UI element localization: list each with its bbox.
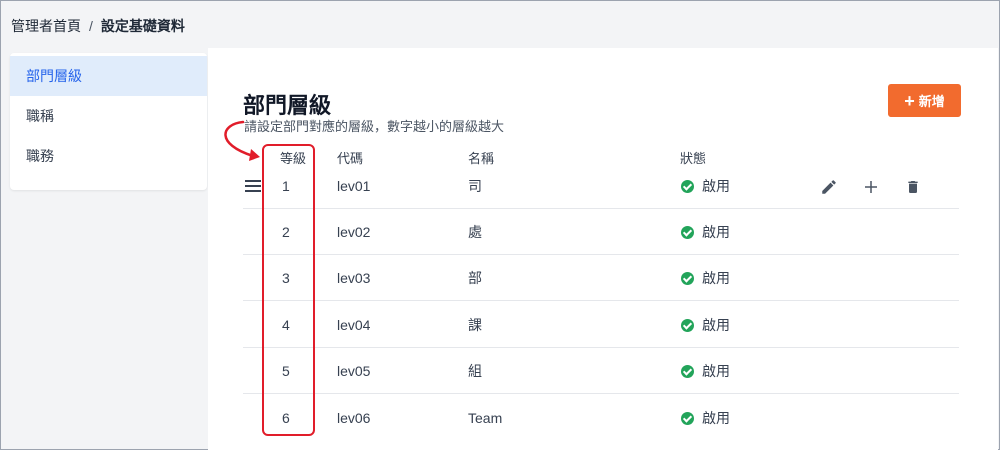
add-button-label: 新增 [918, 94, 945, 109]
check-circle-icon [681, 364, 694, 378]
cell-name: 處 [468, 224, 482, 240]
table-row: 6 lev06 Team 啟用 [243, 395, 959, 441]
cell-name: 課 [468, 317, 482, 333]
cell-code: lev06 [337, 410, 371, 426]
cell-code: lev05 [337, 363, 371, 379]
check-circle-icon [681, 271, 694, 285]
check-circle-icon [681, 179, 694, 193]
sidebar-item-position[interactable]: 職務 [10, 136, 207, 176]
sidebar: 部門層級 職稱 職務 [10, 53, 207, 190]
table-row: 3 lev03 部 啟用 [243, 255, 959, 301]
check-circle-icon [681, 318, 694, 332]
plus-icon: + [904, 90, 915, 111]
main-panel: 部門層級 請設定部門對應的層級，數字越小的層級越大 + 新增 等級 代碼 名稱 … [208, 48, 998, 450]
status-label: 啟用 [702, 178, 730, 194]
sidebar-item-department-level[interactable]: 部門層級 [10, 56, 207, 96]
status-badge: 啟用 [681, 209, 730, 255]
cell-code: lev02 [337, 224, 371, 240]
annotation-highlight-box [262, 144, 315, 436]
breadcrumb: 管理者首頁 / 設定基礎資料 [11, 16, 185, 36]
status-label: 啟用 [702, 363, 730, 379]
status-label: 啟用 [702, 270, 730, 286]
sidebar-item-label: 職稱 [26, 108, 54, 124]
table-row: 5 lev05 組 啟用 [243, 348, 959, 394]
check-circle-icon [681, 225, 694, 239]
status-label: 啟用 [702, 317, 730, 333]
cell-name: 部 [468, 270, 482, 286]
cell-name: 組 [468, 363, 482, 379]
status-label: 啟用 [702, 410, 730, 426]
status-badge: 啟用 [681, 163, 730, 209]
page-subtitle: 請設定部門對應的層級，數字越小的層級越大 [244, 119, 505, 134]
table-row: 2 lev02 處 啟用 [243, 209, 959, 255]
sidebar-item-job-title[interactable]: 職稱 [10, 96, 207, 136]
cell-code: lev01 [337, 178, 371, 194]
breadcrumb-current: 設定基礎資料 [100, 18, 185, 34]
annotation-arrow-icon [224, 120, 260, 161]
drag-handle-icon[interactable] [245, 180, 261, 192]
cell-code: lev03 [337, 270, 371, 286]
plus-icon[interactable] [861, 177, 881, 197]
cell-name: 司 [468, 178, 482, 194]
breadcrumb-separator: / [89, 18, 93, 34]
status-badge: 啟用 [681, 348, 730, 394]
cell-code: lev04 [337, 317, 371, 333]
table-row: 4 lev04 課 啟用 [243, 302, 959, 348]
check-circle-icon [681, 411, 694, 425]
sidebar-item-label: 職務 [26, 148, 54, 164]
cell-name: Team [468, 410, 503, 426]
pencil-icon[interactable] [819, 177, 839, 197]
table-row: 1 lev01 司 啟用 [243, 163, 959, 209]
app-frame: 管理者首頁 / 設定基礎資料 部門層級 職稱 職務 部門層級 請設定部門對應的層… [0, 0, 1000, 450]
status-badge: 啟用 [681, 302, 730, 348]
breadcrumb-home[interactable]: 管理者首頁 [11, 16, 81, 36]
status-label: 啟用 [702, 224, 730, 240]
trash-icon[interactable] [903, 177, 923, 197]
row-actions [819, 177, 923, 197]
add-button[interactable]: + 新增 [888, 84, 961, 117]
status-badge: 啟用 [681, 255, 730, 301]
sidebar-item-label: 部門層級 [26, 68, 82, 84]
status-badge: 啟用 [681, 395, 730, 441]
